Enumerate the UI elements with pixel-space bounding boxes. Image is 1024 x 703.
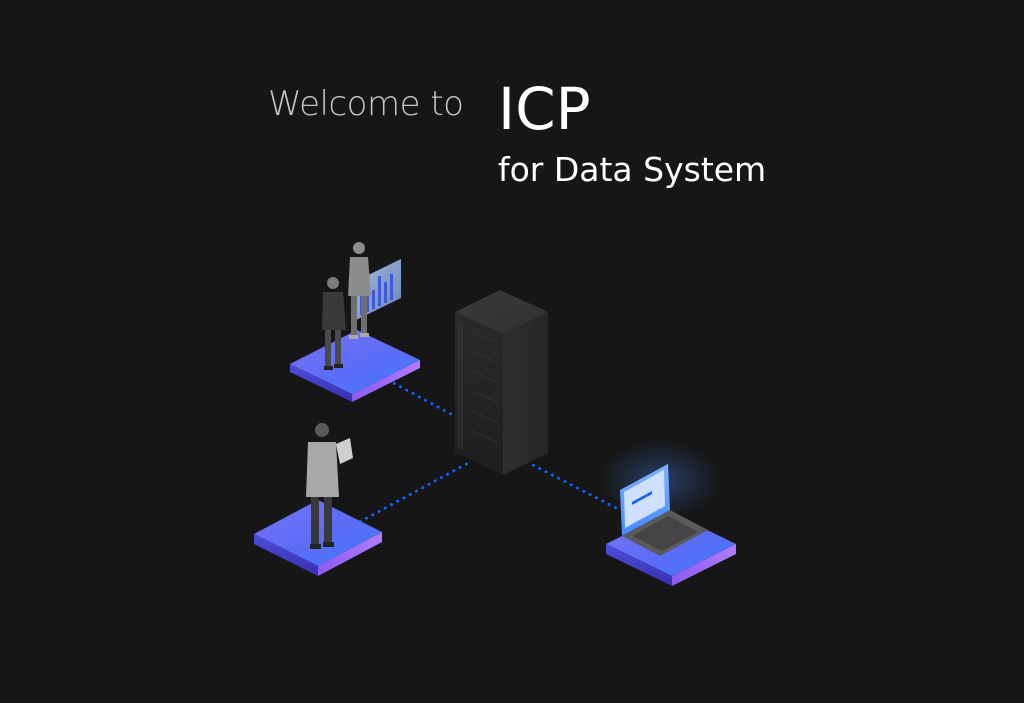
hero-illustration (254, 242, 736, 586)
tablet-icon (336, 438, 353, 464)
connection-line-tablet (352, 460, 472, 527)
welcome-screen: Welcome to ICP for Data System (0, 0, 1024, 703)
platform-analysts (290, 330, 420, 402)
connection-line-analysts (386, 378, 464, 422)
analyst-back-figure (348, 242, 371, 339)
server-rack (455, 290, 548, 475)
